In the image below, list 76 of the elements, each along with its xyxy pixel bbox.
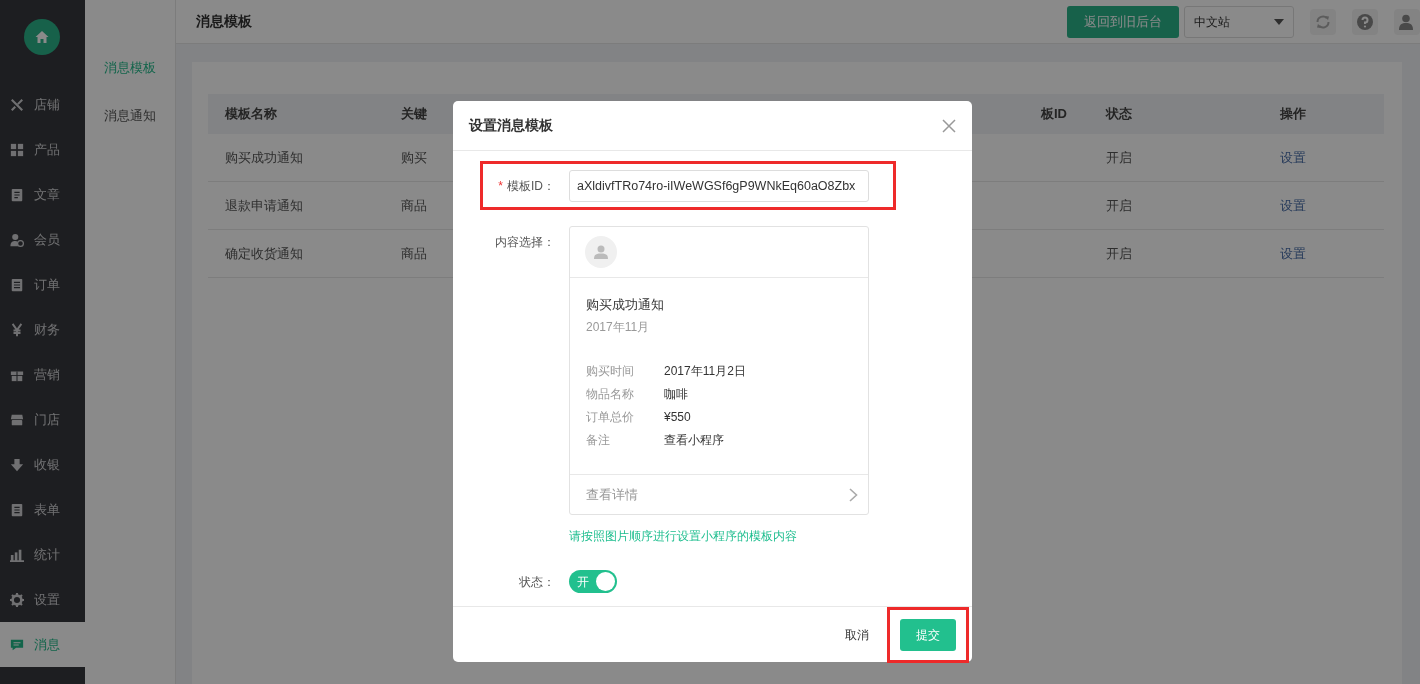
sidebar-item[interactable]: 文章 [0, 172, 85, 217]
subnav-item[interactable]: 消息通知 [103, 105, 156, 125]
field-label: 订单总价 [586, 408, 635, 426]
table-cell-text: 退款申请通知 [225, 196, 303, 215]
column-header: 关键 [401, 105, 427, 124]
sidebar-item[interactable]: 表单 [0, 487, 85, 532]
preview-date: 2017年11月 [586, 318, 651, 336]
field-value: 2017年11月2日 [664, 362, 747, 380]
sidebar-item[interactable]: 产品 [0, 127, 85, 172]
settings-link[interactable]: 设置 [1280, 195, 1306, 216]
dialog-title: 设置消息模板 [469, 117, 553, 134]
status-toggle[interactable]: 开 [569, 570, 617, 593]
caret-icon [1274, 18, 1284, 25]
download-icon [10, 457, 24, 472]
avatar-icon [585, 236, 617, 268]
view-details-link[interactable]: 查看详情 [586, 484, 638, 505]
table-cell-text: 商品 [401, 196, 427, 215]
sidebar-item[interactable]: 统计 [0, 532, 85, 577]
user-icon[interactable] [1394, 8, 1420, 35]
sidebar-item[interactable]: 订单 [0, 262, 85, 307]
gear-icon [10, 592, 24, 607]
list-icon [10, 277, 24, 292]
field-value: 查看小程序 [664, 431, 725, 449]
refresh-icon[interactable] [1310, 8, 1336, 35]
grid-icon [10, 142, 24, 157]
required-mark: * [498, 178, 503, 193]
yen-icon [10, 322, 24, 337]
table-cell-text: 开启 [1106, 244, 1132, 263]
table-cell-text: 开启 [1106, 148, 1132, 167]
field-label: 备注 [586, 431, 611, 449]
field-label: 模板ID： [507, 178, 555, 193]
field-label: 内容选择： [495, 235, 555, 249]
sidebar-item[interactable]: 会员 [0, 217, 85, 262]
settings-link[interactable]: 设置 [1280, 243, 1306, 264]
chat-icon [10, 637, 24, 652]
store-icon [10, 412, 24, 427]
help-icon[interactable] [1352, 8, 1378, 35]
cancel-button[interactable]: 取消 [839, 624, 875, 645]
sidebar-item[interactable]: 设置 [0, 577, 85, 622]
submit-button[interactable]: 提交 [900, 618, 956, 651]
column-header: 状态 [1106, 105, 1132, 124]
field-label: 状态： [519, 574, 555, 589]
subnav-item[interactable]: 消息模板 [103, 58, 156, 78]
sidebar-item[interactable]: 营销 [0, 352, 85, 397]
sidebar-item[interactable]: 财务 [0, 307, 85, 352]
column-header: 板ID [1041, 105, 1067, 124]
field-label: 购买时间 [586, 362, 635, 380]
sidebar-item[interactable]: 店铺 [0, 82, 85, 127]
table-cell-text: 确定收货通知 [225, 244, 303, 263]
column-header: 模板名称 [225, 105, 277, 124]
home-icon[interactable] [24, 19, 61, 55]
sidebar-item[interactable]: 消息 [0, 622, 85, 667]
template-id-field[interactable]: aXldivfTRo74ro-iIWeWGSf6gP9WNkEq60aO8Zbx [569, 169, 869, 202]
table-cell-text: 开启 [1106, 196, 1132, 215]
preview-title: 购买成功通知 [586, 296, 665, 314]
sidebar-item[interactable]: 收银 [0, 442, 85, 487]
sidebar-item[interactable]: 门店 [0, 397, 85, 442]
column-header: 操作 [1280, 105, 1306, 124]
field-value: ¥550 [664, 408, 692, 426]
bar-chart-icon [10, 547, 24, 562]
chevron-right-icon [849, 487, 858, 502]
field-label: 物品名称 [586, 385, 635, 403]
site-select[interactable]: 中文站 [1184, 5, 1294, 38]
document-icon [10, 187, 24, 202]
hint-text: 请按照图片顺序进行设置小程序的模板内容 [569, 528, 798, 545]
table-cell-text: 商品 [401, 244, 427, 263]
tools-icon [10, 97, 24, 112]
back-to-old-admin-button[interactable]: 返回到旧后台 [1067, 5, 1179, 38]
settings-link[interactable]: 设置 [1280, 147, 1306, 168]
field-value: 咖啡 [664, 385, 689, 403]
table-cell-text: 购买 [401, 148, 427, 167]
table-cell-text: 购买成功通知 [225, 148, 303, 167]
close-icon[interactable] [942, 118, 956, 133]
form-icon [10, 502, 24, 517]
page-title: 消息模板 [196, 13, 253, 30]
user-check-icon [10, 232, 24, 247]
